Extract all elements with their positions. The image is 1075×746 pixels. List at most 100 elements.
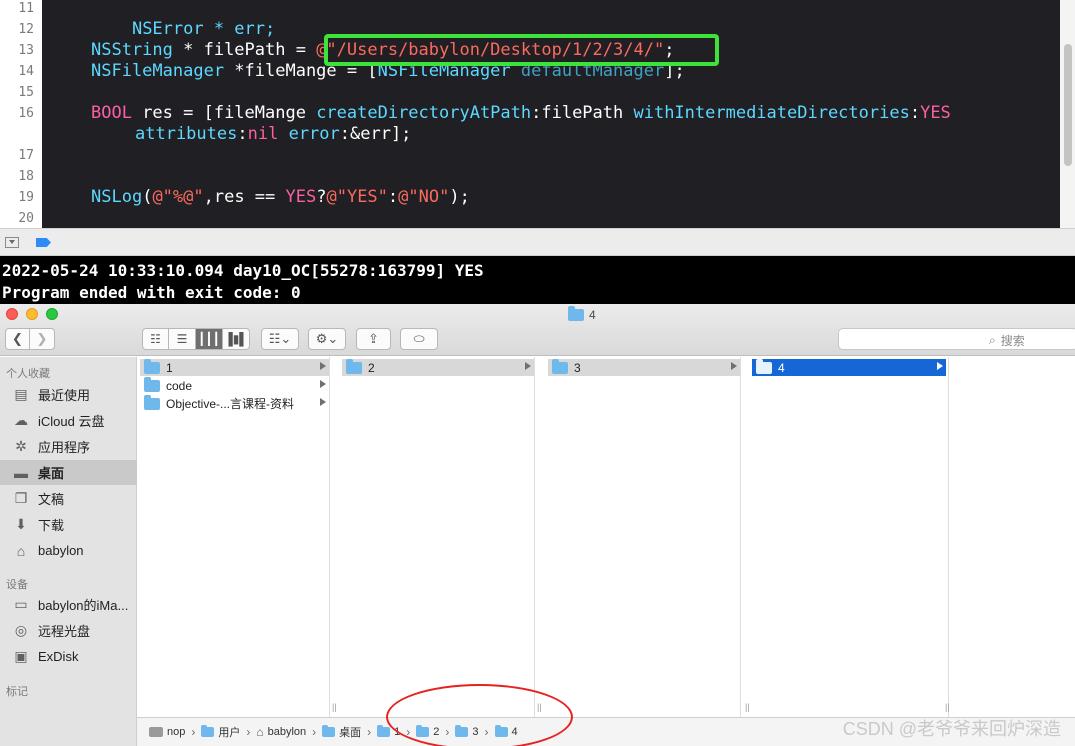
path-segment[interactable]: ⌂ babylon [256, 725, 306, 739]
path-segment[interactable]: 用户 [201, 724, 240, 740]
hide-debug-area-icon[interactable] [5, 237, 19, 248]
sidebar-item-label: 远程光盘 [38, 624, 91, 639]
path-separator-icon: › [367, 725, 372, 739]
sidebar-item-home[interactable]: ⌂ babylon [0, 538, 137, 563]
sidebar-item-label: iCloud 云盘 [38, 414, 105, 429]
path-separator-icon: › [246, 725, 251, 739]
gallery-icon: ▐▮▌ [224, 332, 248, 346]
forward-button[interactable]: ❯ [30, 328, 55, 350]
share-icon: ⇪ [368, 331, 379, 346]
code-token: NSFileManager [91, 61, 225, 81]
code-token: BOOL [91, 103, 132, 123]
document-icon: ❐ [14, 490, 28, 506]
sidebar-item-label: ExDisk [38, 649, 79, 664]
disclosure-arrow-icon [937, 362, 943, 370]
sidebar-item-documents[interactable]: ❐ 文稿 [0, 486, 137, 511]
finder-column-1[interactable]: 1 code Objective-...言课程-资料 || [137, 357, 337, 717]
close-window-button[interactable] [6, 308, 18, 320]
path-segment[interactable]: 桌面 [322, 724, 361, 740]
console-output[interactable]: 2022-05-24 10:33:10.094 day10_OC[55278:1… [0, 256, 1075, 304]
sidebar-item-icloud[interactable]: ☁ iCloud 云盘 [0, 408, 137, 433]
minimize-window-button[interactable] [26, 308, 38, 320]
cloud-icon: ☁ [14, 412, 28, 428]
list-item[interactable]: 3 [548, 358, 740, 376]
code-token: ); [449, 187, 470, 207]
hard-disk-icon [149, 727, 163, 737]
disclosure-arrow-icon [731, 362, 737, 370]
code-token: ,res == [203, 187, 286, 207]
folder-name: 4 [778, 360, 785, 375]
zoom-window-button[interactable] [46, 308, 58, 320]
download-icon: ⬇ [15, 516, 27, 532]
folder-icon [377, 725, 391, 737]
red-annotation-ellipse [386, 684, 573, 746]
column-resize-handle[interactable]: || [332, 702, 337, 712]
search-input[interactable]: ⌕ 搜索 [838, 328, 1075, 350]
folder-icon [346, 358, 362, 374]
sidebar-item-exdisk[interactable]: ▣ ExDisk [0, 644, 137, 669]
chevron-right-icon: ❯ [36, 331, 48, 346]
sidebar-item-applications[interactable]: ✲ 应用程序 [0, 434, 137, 459]
editor-scrollbar-thumb[interactable] [1064, 44, 1072, 166]
computer-icon: ▭ [14, 596, 28, 612]
column-resize-handle[interactable]: || [945, 702, 950, 712]
search-placeholder-text: 搜索 [1000, 334, 1025, 348]
code-token: : [237, 124, 248, 144]
home-icon: ⌂ [256, 725, 264, 739]
group-button[interactable]: ☷⌄ [261, 328, 299, 350]
folder-name: code [166, 378, 193, 393]
path-segment[interactable]: nop [149, 726, 185, 738]
code-editor[interactable]: 11 12 13 14 15 16 17 18 19 20 NSError * … [0, 0, 1075, 228]
finder-column-4[interactable]: 4 || [749, 357, 950, 717]
finder-column-3[interactable]: 3 || [545, 357, 750, 717]
folder-name: Objective-...言课程-资料 [166, 397, 295, 411]
share-button[interactable]: ⇪ [356, 328, 391, 350]
disclosure-arrow-icon [525, 362, 531, 370]
code-token: attributes [135, 124, 238, 144]
back-button[interactable]: ❮ [5, 328, 30, 350]
arrange-grid-icon: ☷⌄ [268, 331, 292, 346]
finder-sidebar: 个人收藏 ▤ 最近使用 ☁ iCloud 云盘 ✲ 应用程序 ▬ 桌面 ❐ 文稿… [0, 357, 137, 746]
sidebar-item-label: 下载 [38, 518, 65, 533]
sidebar-item-recents[interactable]: ▤ 最近使用 [0, 382, 137, 407]
code-line-19: NSLog(@"%@",res == YES?@"YES":@"NO"); [91, 187, 470, 208]
breakpoint-icon[interactable] [36, 238, 51, 247]
sidebar-item-computer[interactable]: ▭ babylon的iMa... [0, 592, 137, 617]
sidebar-section-devices: 设备 [6, 579, 28, 591]
folder-name: 1 [166, 360, 173, 375]
list-item[interactable]: 4 [752, 358, 946, 376]
code-text: NSError * err; [131, 19, 276, 39]
view-as-gallery-button[interactable]: ▐▮▌ [223, 328, 250, 350]
view-as-list-button[interactable]: ☰ [169, 328, 196, 350]
console-exit-line: Program ended with exit code: 0 [2, 283, 301, 302]
editor-scrollbar[interactable] [1060, 0, 1075, 228]
list-item[interactable]: 2 [342, 358, 534, 376]
list-item[interactable]: Objective-...言课程-资料 [140, 394, 329, 412]
grid-icon: ☷ [150, 332, 161, 346]
folder-icon [756, 358, 772, 374]
code-token: : [387, 187, 399, 207]
line-number: 11 [18, 1, 34, 16]
folder-icon [201, 725, 215, 737]
code-line-16: BOOL res = [fileMange createDirectoryAtP… [91, 103, 951, 124]
folder-icon [322, 725, 336, 737]
view-as-columns-button[interactable]: ┃┃┃ [196, 328, 223, 350]
finder-toolbar: 4 ❮ ❯ ☷ ☰ ┃┃┃ ▐▮▌ ☷⌄ ⚙⌄ ⇪ ⬭ ⌕ 搜索 [0, 304, 1075, 356]
sidebar-item-label: 桌面 [38, 466, 65, 481]
sidebar-item-label: 文稿 [38, 492, 65, 507]
edit-tags-button[interactable]: ⬭ [400, 328, 438, 350]
list-item[interactable]: code [140, 376, 329, 394]
sidebar-item-downloads[interactable]: ⬇ 下载 [0, 512, 137, 537]
sidebar-item-desktop[interactable]: ▬ 桌面 [0, 460, 137, 485]
sidebar-item-remote-disc[interactable]: ◎ 远程光盘 [0, 618, 137, 643]
code-string: @"%@" [152, 187, 204, 207]
action-button[interactable]: ⚙⌄ [308, 328, 346, 350]
finder-column-2[interactable]: 2 || [339, 357, 542, 717]
folder-icon [144, 394, 160, 410]
folder-name: 2 [368, 360, 375, 375]
view-as-icons-button[interactable]: ☷ [142, 328, 169, 350]
gear-icon: ⚙⌄ [315, 331, 339, 346]
search-placeholder: ⌕ 搜索 [989, 332, 1025, 349]
disclosure-arrow-icon [320, 398, 326, 406]
list-item[interactable]: 1 [140, 358, 329, 376]
